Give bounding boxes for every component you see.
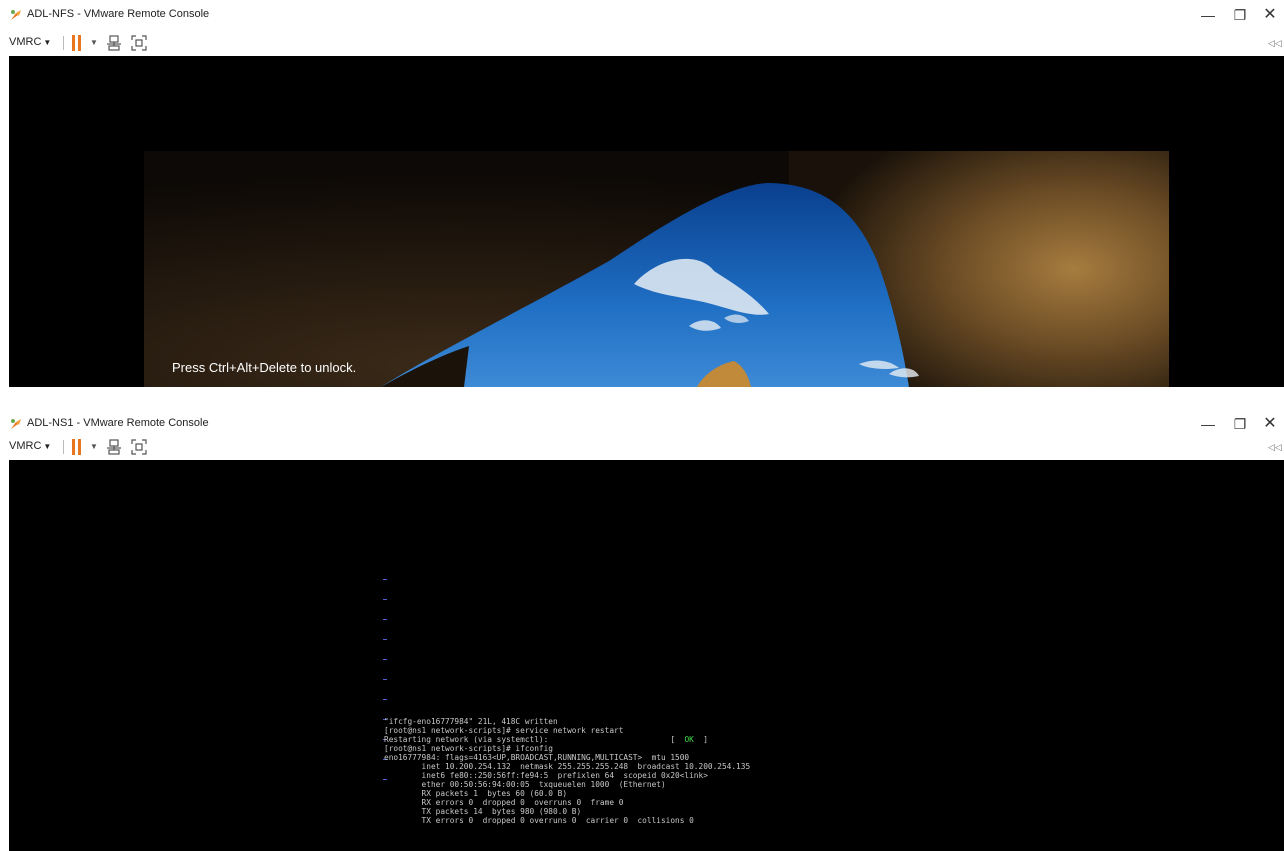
terminal-line: inet6 fe80::250:56ff:fe94:5 prefixlen 64… [384, 771, 708, 780]
window-title: ADL-NFS - VMware Remote Console [27, 8, 210, 20]
vim-tilde-marker [383, 599, 393, 612]
pause-icon[interactable] [72, 439, 82, 455]
toolbar: VMRC ▼ ▼ ◁◁ [0, 434, 1284, 460]
vmrc-window-adl-nfs: ADL-NFS - VMware Remote Console — ❐ ✕ VM… [0, 0, 1284, 389]
vim-tilde-marker [383, 679, 393, 692]
fullscreen-icon[interactable] [131, 439, 147, 455]
vm-console-screen[interactable]: "ifcfg-eno16777984" 21L, 418C written [r… [9, 460, 1284, 851]
vim-tilde-marker [383, 659, 393, 672]
terminal-line: [root@ns1 network-scripts]# ifconfig [384, 744, 553, 753]
vm-console-screen[interactable]: Press Ctrl+Alt+Delete to unlock. [9, 56, 1284, 387]
vmrc-menu-label: VMRC [9, 440, 42, 452]
title-bar[interactable]: ADL-NFS - VMware Remote Console — ❐ ✕ [0, 0, 1284, 30]
lock-screen-wallpaper [9, 56, 1284, 387]
vmrc-menu-button[interactable]: VMRC ▼ [9, 36, 51, 48]
close-icon[interactable]: ✕ [1255, 412, 1284, 436]
vmrc-menu-label: VMRC [9, 36, 42, 48]
terminal-line: TX errors 0 dropped 0 overruns 0 carrier… [384, 816, 694, 825]
pause-icon[interactable] [72, 35, 82, 51]
toolbar-overflow-icon[interactable]: ◁◁ [1268, 38, 1282, 49]
terminal-line: "ifcfg-eno16777984" 21L, 418C written [384, 717, 558, 726]
window-title: ADL-NS1 - VMware Remote Console [27, 417, 209, 429]
restore-icon[interactable]: ❐ [1225, 412, 1255, 436]
terminal-line: [root@ns1 network-scripts]# service netw… [384, 726, 624, 735]
vmware-app-icon [11, 419, 21, 429]
chevron-down-icon[interactable]: ▼ [90, 442, 98, 451]
close-icon[interactable]: ✕ [1255, 3, 1284, 27]
toolbar-divider [63, 440, 64, 454]
vmrc-window-adl-ns1: ADL-NS1 - VMware Remote Console — ❐ ✕ VM… [0, 409, 1284, 851]
chevron-down-icon: ▼ [43, 442, 52, 451]
vim-tilde-marker [383, 579, 393, 592]
vmware-app-icon [11, 10, 21, 20]
send-ctrl-alt-del-icon[interactable] [106, 439, 122, 455]
restore-icon[interactable]: ❐ [1225, 3, 1255, 27]
vim-tilde-marker [383, 699, 393, 712]
minimize-icon[interactable]: — [1193, 412, 1223, 436]
terminal-line: Restarting network (via systemctl): [384, 735, 549, 744]
terminal-output: "ifcfg-eno16777984" 21L, 418C written [r… [384, 717, 750, 825]
status-bracket: ] [703, 735, 708, 744]
terminal-line: RX packets 1 bytes 60 (60.0 B) [384, 789, 568, 798]
toolbar-overflow-icon[interactable]: ◁◁ [1268, 442, 1282, 453]
chevron-down-icon[interactable]: ▼ [90, 38, 98, 47]
send-ctrl-alt-del-icon[interactable] [106, 35, 122, 51]
vmrc-menu-button[interactable]: VMRC ▼ [9, 440, 51, 452]
status-ok: OK [684, 735, 694, 744]
vim-tilde-marker [383, 639, 393, 652]
terminal-line: RX errors 0 dropped 0 overruns 0 frame 0 [384, 798, 624, 807]
vim-tilde-marker [383, 619, 393, 632]
unlock-instruction-text: Press Ctrl+Alt+Delete to unlock. [172, 360, 357, 375]
terminal-line: TX packets 14 bytes 980 (980.0 B) [384, 807, 582, 816]
terminal-line: ether 00:50:56:94:00:05 txqueuelen 1000 … [384, 780, 666, 789]
status-bracket: [ [670, 735, 676, 744]
toolbar-divider [63, 36, 64, 50]
terminal-line: inet 10.200.254.132 netmask 255.255.255.… [384, 762, 751, 771]
toolbar: VMRC ▼ ▼ ◁◁ [0, 30, 1284, 56]
chevron-down-icon: ▼ [43, 38, 52, 47]
fullscreen-icon[interactable] [131, 35, 147, 51]
minimize-icon[interactable]: — [1193, 3, 1223, 27]
terminal-line: eno16777984: flags=4163<UP,BROADCAST,RUN… [384, 753, 690, 762]
